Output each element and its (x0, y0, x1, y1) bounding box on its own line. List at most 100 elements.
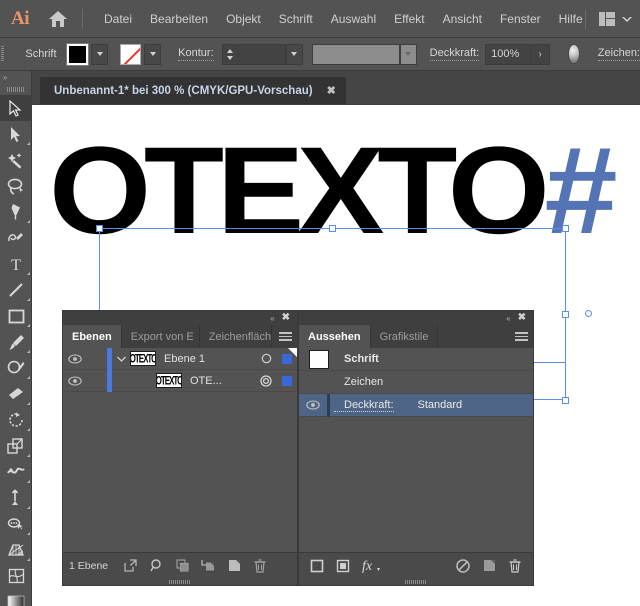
control-bar-grip[interactable] (0, 38, 5, 71)
find-icon[interactable] (144, 555, 168, 577)
list-item[interactable]: Schrift (299, 348, 533, 371)
table-row[interactable]: OTEXTO OTE... (63, 369, 297, 392)
opacity-label[interactable]: Deckkraft: (429, 47, 480, 61)
tool-curvature-tool[interactable] (0, 225, 32, 251)
stroke-color-swatch[interactable] (120, 43, 142, 65)
appearance-fill-swatch[interactable] (309, 349, 329, 369)
menu-item-ansicht[interactable]: Ansicht (434, 8, 491, 30)
chevron-down-icon[interactable] (112, 356, 130, 362)
appearance-panel-titlebar[interactable]: « ✖ (299, 311, 533, 325)
tool-lasso-tool[interactable] (0, 173, 32, 199)
tool-rectangle-tool[interactable] (0, 303, 32, 329)
character-label[interactable]: Zeichen: (597, 47, 640, 61)
appearance-list[interactable]: Schrift Zeichen Deckkraft: Standard (299, 348, 533, 552)
chevron-down-icon[interactable] (622, 10, 632, 28)
add-new-fill-icon[interactable] (331, 555, 355, 577)
delete-item-icon[interactable] (503, 555, 527, 577)
close-icon[interactable]: ✖ (327, 84, 336, 97)
close-icon[interactable]: ✖ (518, 313, 526, 323)
selection-handle-tl[interactable] (96, 225, 103, 232)
double-chevron-left-icon[interactable]: « (506, 314, 511, 323)
selection-handle-mr[interactable] (562, 311, 569, 318)
tool-shaper-tool[interactable] (0, 355, 32, 381)
delete-selection-icon[interactable] (248, 555, 272, 577)
stroke-profile-field[interactable] (311, 43, 400, 65)
home-icon[interactable] (40, 0, 76, 38)
tool-perspective-grid-tool[interactable] (0, 537, 32, 563)
workspace-switcher[interactable] (579, 0, 632, 38)
close-icon[interactable]: ✖ (282, 313, 290, 323)
selection-handle-tr[interactable] (562, 225, 569, 232)
appearance-fill-swatch-cell[interactable] (304, 349, 334, 369)
tab-zeichenflaechen[interactable]: Zeichenfläche (200, 325, 272, 348)
double-chevron-left-icon[interactable]: « (270, 314, 275, 323)
artwork-text-object[interactable]: OTEXTO# (49, 129, 616, 253)
selection-handle-tc[interactable] (329, 225, 336, 232)
object-color-swatch[interactable] (277, 375, 297, 386)
panel-menu-icon[interactable] (273, 325, 297, 348)
tool-gradient-tool[interactable] (0, 589, 32, 606)
tool-mesh-tool[interactable] (0, 563, 32, 589)
tab-grafikstile[interactable]: Grafikstile (371, 325, 439, 348)
opacity-field[interactable]: 100% (485, 43, 532, 65)
layers-panel-resize-grip[interactable] (63, 578, 297, 585)
tool-free-transform-tool[interactable] (0, 485, 32, 511)
tool-pen-tool[interactable] (0, 199, 32, 225)
appearance-panel-resize-grip[interactable] (299, 578, 533, 585)
eye-icon[interactable] (63, 375, 87, 386)
fill-dropdown[interactable] (91, 43, 109, 65)
appearance-row-value[interactable]: Standard (394, 399, 463, 411)
workspace-grid-icon[interactable] (599, 12, 615, 26)
tools-collapse-button[interactable]: » (0, 71, 31, 83)
document-tab[interactable]: Unbenannt-1* bei 300 % (CMYK/GPU-Vorscha… (40, 77, 346, 104)
menu-item-bearbeiten[interactable]: Bearbeiten (141, 8, 217, 30)
menu-item-datei[interactable]: Datei (95, 8, 141, 30)
tool-direct-selection-tool[interactable] (0, 121, 32, 147)
clear-appearance-icon[interactable] (451, 555, 475, 577)
tab-aussehen[interactable]: Aussehen (299, 325, 371, 348)
add-new-effect-icon[interactable]: fx (357, 555, 385, 577)
tool-scale-tool[interactable] (0, 433, 32, 459)
tool-eraser-tool[interactable] (0, 381, 32, 407)
duplicate-item-icon[interactable] (477, 555, 501, 577)
selection-handle-br[interactable] (562, 397, 569, 404)
tools-grip[interactable] (0, 83, 31, 95)
tool-line-segment-tool[interactable] (0, 277, 32, 303)
eye-icon[interactable] (63, 353, 87, 364)
add-new-stroke-icon[interactable] (305, 555, 329, 577)
menu-item-effekt[interactable]: Effekt (385, 8, 433, 30)
target-indicator-double-circle[interactable] (255, 374, 277, 387)
target-indicator-circle[interactable] (255, 353, 277, 364)
fill-color-swatch[interactable] (66, 42, 90, 66)
object-name[interactable]: OTE... (182, 375, 255, 387)
stroke-weight-dropdown[interactable] (285, 43, 303, 65)
stroke-dropdown[interactable] (144, 43, 162, 65)
layers-panel-titlebar[interactable]: « ✖ (63, 311, 297, 325)
stroke-profile-dropdown[interactable] (399, 43, 417, 65)
locate-object-icon[interactable] (118, 555, 142, 577)
stroke-weight-field[interactable] (237, 43, 286, 65)
tool-type-tool[interactable]: T (0, 251, 32, 277)
tool-paintbrush-tool[interactable] (0, 329, 32, 355)
stroke-weight-stepper[interactable] (221, 43, 238, 65)
layers-list[interactable]: OTEXTO Ebene 1 OTEXTO OTE... (63, 348, 297, 552)
opacity-flyout-button[interactable]: › (531, 43, 551, 65)
menu-item-objekt[interactable]: Objekt (217, 8, 270, 30)
tab-ebenen[interactable]: Ebenen (63, 325, 122, 348)
list-item[interactable]: Zeichen (299, 371, 533, 394)
tool-selection-tool[interactable] (0, 95, 32, 121)
eye-icon[interactable] (299, 400, 327, 410)
menu-item-auswahl[interactable]: Auswahl (322, 8, 385, 30)
tool-width-tool[interactable] (0, 459, 32, 485)
panel-menu-icon[interactable] (509, 325, 533, 348)
stroke-weight-label[interactable]: Kontur: (178, 47, 214, 61)
make-clipping-mask-icon[interactable] (170, 555, 194, 577)
layer-name[interactable]: Ebene 1 (156, 353, 255, 365)
appearance-row-label[interactable]: Deckkraft: (334, 399, 394, 412)
create-sublayer-icon[interactable] (196, 555, 220, 577)
list-item[interactable]: Deckkraft: Standard (299, 393, 533, 417)
text-anchor-point[interactable] (585, 310, 592, 317)
gradient-sphere-icon[interactable] (568, 44, 580, 64)
tab-export-von-elementen[interactable]: Export von E (122, 325, 200, 348)
tool-rotate-tool[interactable] (0, 407, 32, 433)
